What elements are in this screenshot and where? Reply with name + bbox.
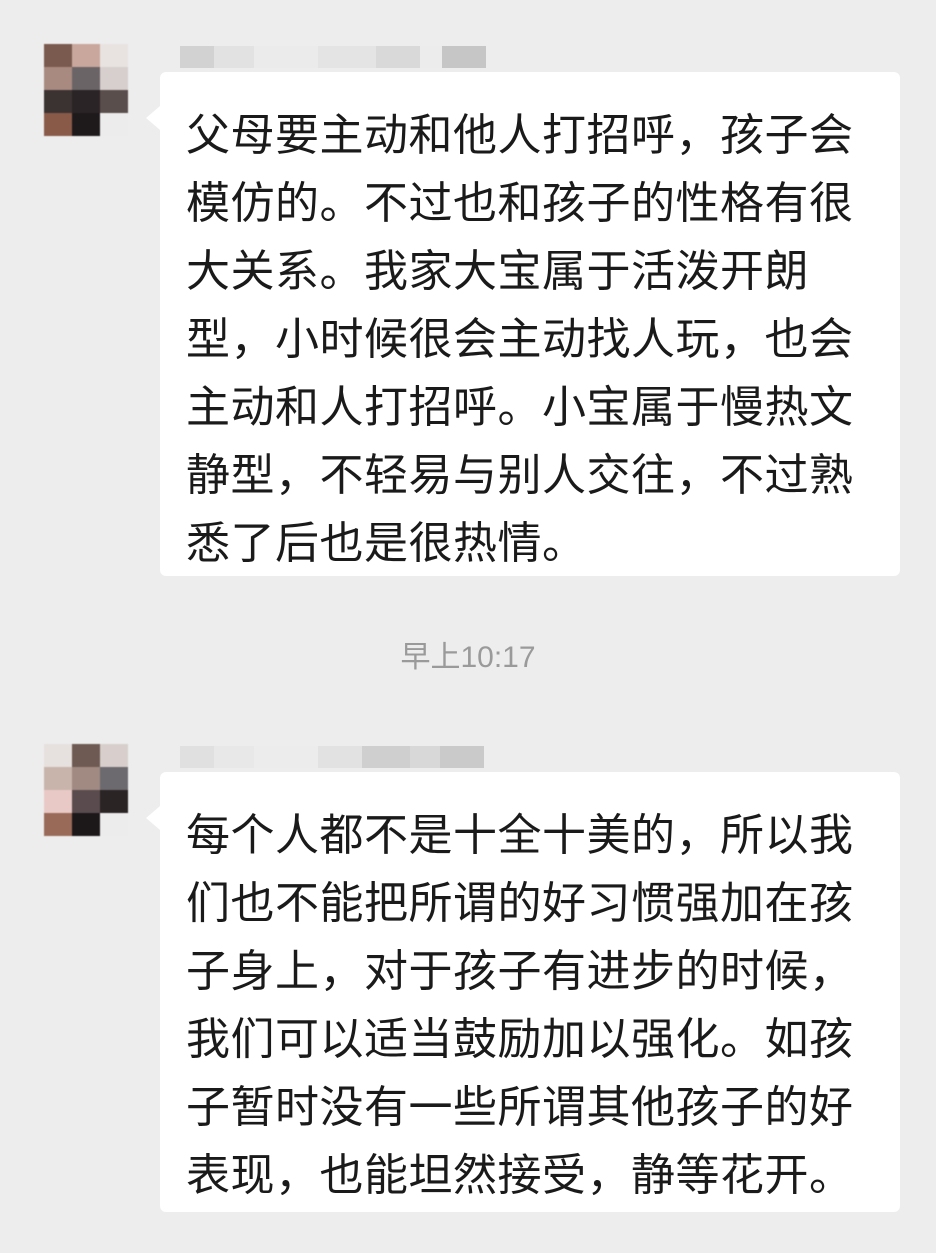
- bubble-tail: [146, 806, 160, 830]
- bubble-tail: [146, 106, 160, 130]
- message-text: 父母要主动和他人打招呼，孩子会模仿的。不过也和孩子的性格有很大关系。我家大宝属于…: [186, 110, 854, 569]
- avatar[interactable]: [44, 744, 128, 836]
- sender-name: [180, 46, 486, 68]
- avatar[interactable]: [44, 44, 128, 136]
- message-text: 每个人都不是十全十美的，所以我们也不能把所谓的好习惯强加在孩子身上，对于孩子有进…: [186, 810, 854, 1201]
- message-bubble[interactable]: 父母要主动和他人打招呼，孩子会模仿的。不过也和孩子的性格有很大关系。我家大宝属于…: [160, 72, 900, 576]
- message-timestamp: 早上10:17: [400, 641, 536, 674]
- sender-name: [180, 746, 484, 768]
- message-bubble[interactable]: 每个人都不是十全十美的，所以我们也不能把所谓的好习惯强加在孩子身上，对于孩子有进…: [160, 772, 900, 1212]
